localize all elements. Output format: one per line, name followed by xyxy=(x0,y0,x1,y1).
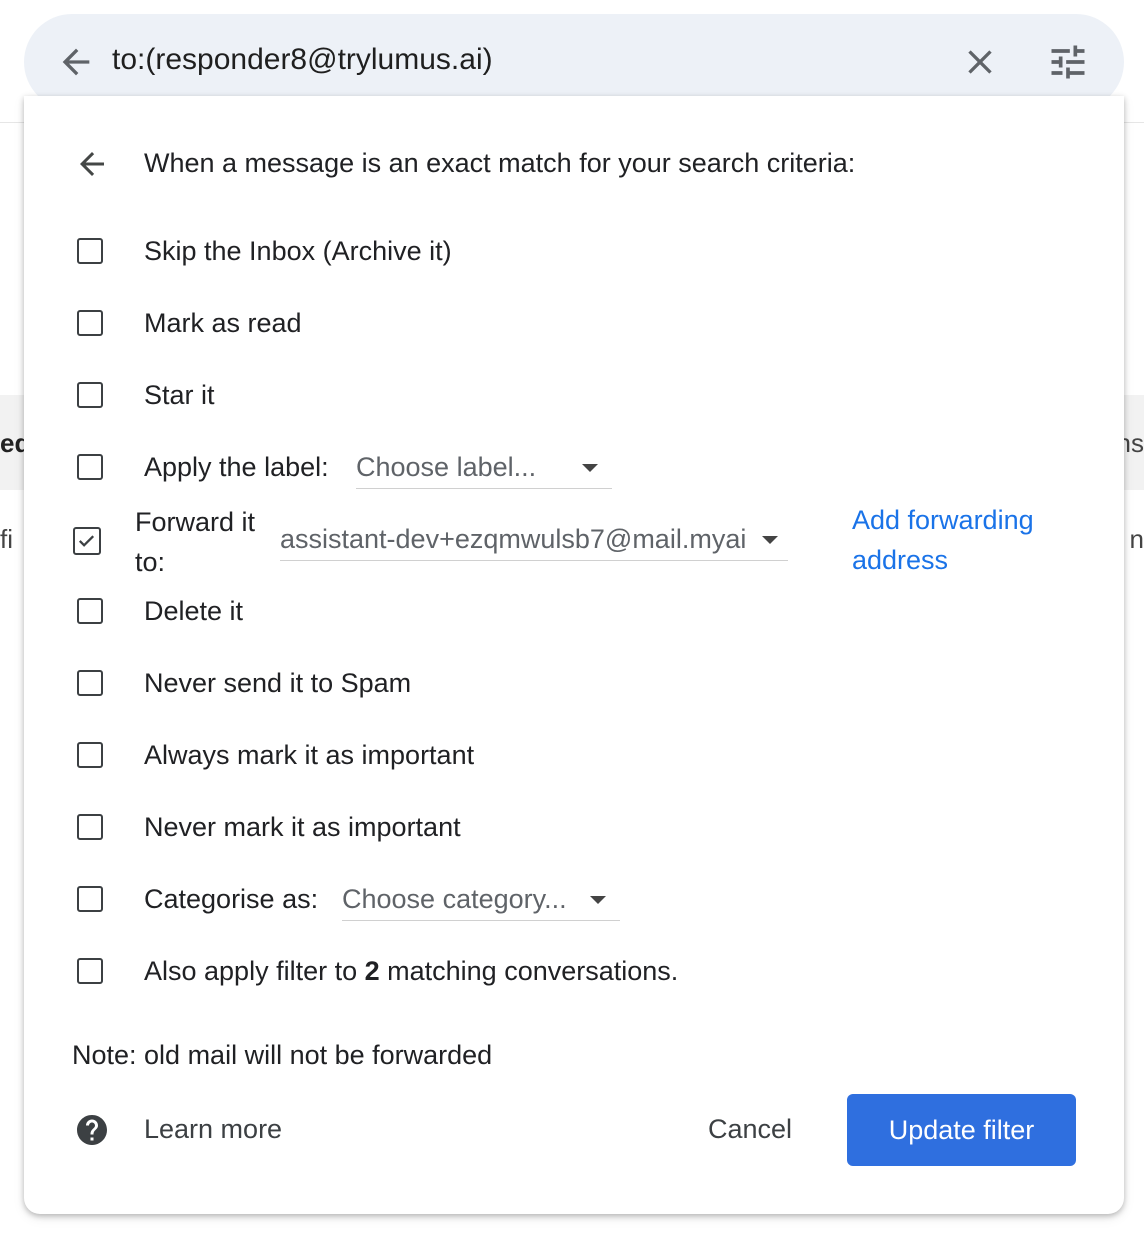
search-input[interactable]: to:(responder8@trylumus.ai) xyxy=(112,43,493,77)
option-apply-label[interactable]: Apply the label: Choose label... xyxy=(24,448,1124,489)
category-select[interactable]: Choose category... xyxy=(342,880,620,921)
background-text-fragment: fi xyxy=(0,524,13,554)
dropdown-arrow-icon xyxy=(762,536,778,544)
label-select[interactable]: Choose label... xyxy=(356,448,612,489)
also-apply-label: Also apply filter to 2 matching conversa… xyxy=(144,956,678,987)
also-apply-text-pre: Also apply filter to xyxy=(144,956,365,986)
skip-inbox-label: Skip the Inbox (Archive it) xyxy=(144,236,452,266)
search-options-icon[interactable] xyxy=(1046,40,1090,84)
category-select-value: Choose category... xyxy=(342,884,567,914)
apply-label-checkbox[interactable] xyxy=(77,454,103,480)
categorise-label: Categorise as: xyxy=(144,884,319,914)
option-skip-inbox[interactable]: Skip the Inbox (Archive it) xyxy=(24,232,1124,272)
categorise-checkbox[interactable] xyxy=(77,886,103,912)
learn-more-link[interactable]: Learn more xyxy=(144,1114,282,1145)
option-never-important[interactable]: Never mark it as important xyxy=(24,808,1124,848)
delete-label: Delete it xyxy=(144,596,244,626)
forward-address-value: assistant-dev+ezqmwulsb7@mail.myai xyxy=(280,524,747,554)
apply-label-label: Apply the label: xyxy=(144,452,329,482)
skip-inbox-checkbox[interactable] xyxy=(77,238,103,264)
add-forwarding-address-link[interactable]: Add forwarding address xyxy=(852,500,1092,580)
checkmark-icon xyxy=(78,535,95,547)
option-delete[interactable]: Delete it xyxy=(24,592,1124,632)
never-spam-label: Never send it to Spam xyxy=(144,668,412,698)
close-icon[interactable] xyxy=(960,42,1000,82)
never-important-label: Never mark it as important xyxy=(144,812,461,842)
also-apply-checkbox[interactable] xyxy=(77,958,103,984)
mark-read-checkbox[interactable] xyxy=(77,310,103,336)
also-apply-text-post: matching conversations. xyxy=(379,956,679,986)
forward-address-select[interactable]: assistant-dev+ezqmwulsb7@mail.myai xyxy=(280,520,788,561)
forward-checkbox[interactable] xyxy=(73,527,101,555)
filter-dialog: When a message is an exact match for you… xyxy=(24,96,1124,1214)
dialog-heading: When a message is an exact match for you… xyxy=(144,148,856,178)
back-arrow-icon[interactable] xyxy=(56,42,96,82)
always-important-checkbox[interactable] xyxy=(77,742,103,768)
cancel-button[interactable]: Cancel xyxy=(684,1096,816,1162)
dropdown-arrow-icon xyxy=(590,896,606,904)
star-label: Star it xyxy=(144,380,215,410)
option-always-important[interactable]: Always mark it as important xyxy=(24,736,1124,776)
star-checkbox[interactable] xyxy=(77,382,103,408)
back-arrow-icon[interactable] xyxy=(74,146,110,182)
label-select-value: Choose label... xyxy=(356,452,537,482)
forward-note: Note: old mail will not be forwarded xyxy=(72,1040,493,1070)
delete-checkbox[interactable] xyxy=(77,598,103,624)
forward-label: Forward it to: xyxy=(135,507,256,577)
update-filter-button[interactable]: Update filter xyxy=(847,1094,1076,1166)
dropdown-arrow-icon xyxy=(582,464,598,472)
never-important-checkbox[interactable] xyxy=(77,814,103,840)
always-important-label: Always mark it as important xyxy=(144,740,475,770)
option-never-spam[interactable]: Never send it to Spam xyxy=(24,664,1124,704)
matching-count: 2 xyxy=(364,956,380,986)
mark-read-label: Mark as read xyxy=(144,308,302,338)
help-icon[interactable] xyxy=(74,1112,110,1148)
option-categorise[interactable]: Categorise as: Choose category... xyxy=(24,880,1124,921)
option-mark-read[interactable]: Mark as read xyxy=(24,304,1124,344)
background-text-fragment: n xyxy=(1129,524,1144,554)
option-also-apply[interactable]: Also apply filter to 2 matching conversa… xyxy=(24,952,1124,992)
never-spam-checkbox[interactable] xyxy=(77,670,103,696)
option-star[interactable]: Star it xyxy=(24,376,1124,416)
